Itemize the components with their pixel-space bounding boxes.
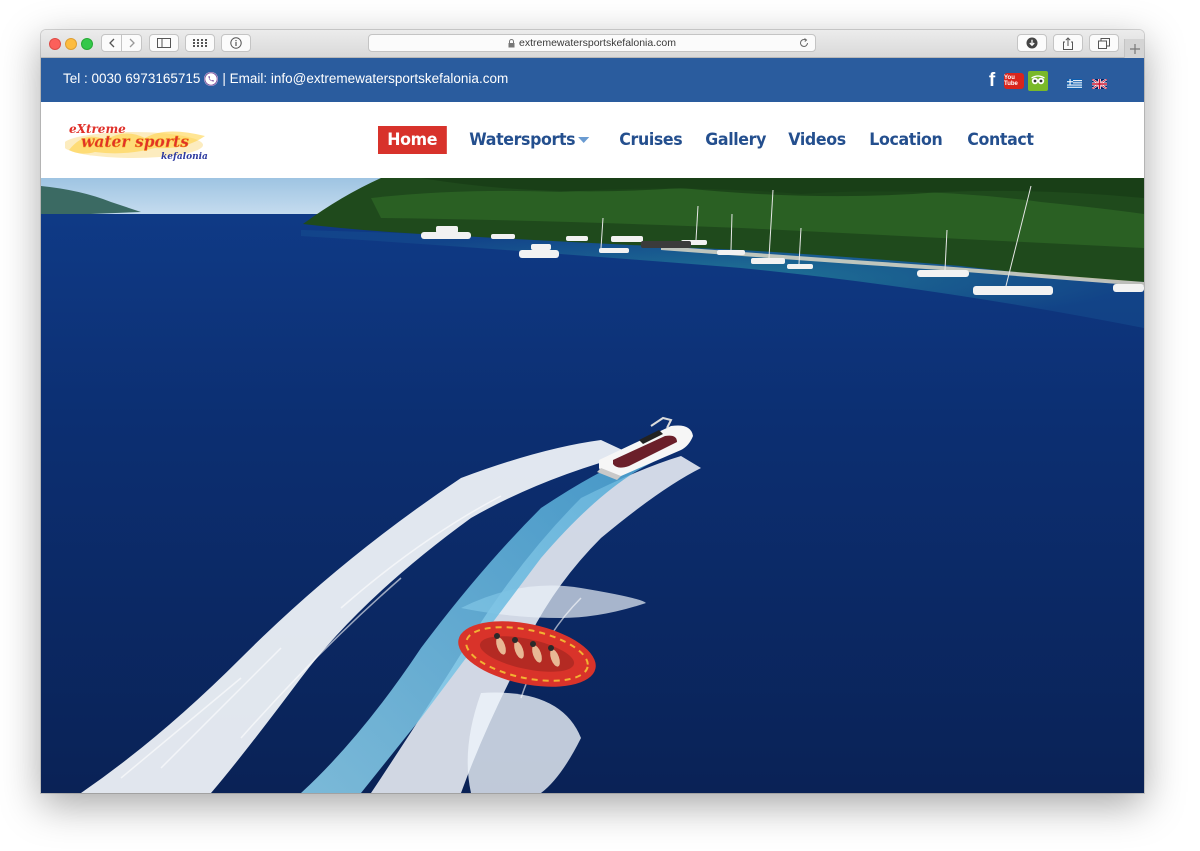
youtube-icon-text: You Tube xyxy=(1004,75,1018,87)
facebook-icon[interactable]: f xyxy=(985,70,999,92)
minimize-window-button[interactable] xyxy=(65,38,77,50)
nav-gallery-label: Gallery xyxy=(705,130,767,150)
nav-location-label: Location xyxy=(869,130,943,150)
nav-location[interactable]: Location xyxy=(860,126,952,154)
nav-videos[interactable]: Videos xyxy=(779,126,855,154)
sidebar-icon xyxy=(157,38,171,48)
site-logo[interactable]: eXtreme water sports kefalonia xyxy=(63,120,215,162)
zoom-window-button[interactable] xyxy=(81,38,93,50)
share-icon xyxy=(1063,36,1073,50)
nav-watersports-label: Watersports xyxy=(468,130,575,150)
nav-home-label: Home xyxy=(387,130,438,150)
grid-icon xyxy=(193,39,207,47)
top-sites-button[interactable] xyxy=(185,34,215,52)
greek-flag-icon[interactable] xyxy=(1067,79,1082,89)
chevron-down-icon xyxy=(577,137,589,143)
nav-watersports[interactable]: Watersports xyxy=(460,126,598,154)
viber-icon xyxy=(204,71,219,86)
chevron-left-icon xyxy=(108,38,114,48)
nav-home[interactable]: Home xyxy=(378,126,447,154)
address-bar[interactable]: extremewatersportskefalonia.com xyxy=(368,34,816,52)
youtube-icon[interactable]: You Tube xyxy=(1004,73,1024,89)
browser-toolbar: extremewatersportskefalonia.com xyxy=(41,30,1144,58)
browser-window: extremewatersportskefalonia.com Tel : 00… xyxy=(41,30,1144,793)
nav-contact[interactable]: Contact xyxy=(958,126,1043,154)
hero-photo xyxy=(41,178,1144,793)
share-button[interactable] xyxy=(1053,34,1083,52)
nav-cruises-label: Cruises xyxy=(619,130,683,150)
tabs-overview-button[interactable] xyxy=(1089,34,1119,52)
lock-icon xyxy=(508,38,515,47)
url-text: extremewatersportskefalonia.com xyxy=(519,37,676,49)
sidebar-button[interactable] xyxy=(149,34,179,52)
history-nav xyxy=(101,34,142,52)
email-text[interactable]: | Email: info@extremewatersportskefaloni… xyxy=(222,71,508,86)
nav-cruises[interactable]: Cruises xyxy=(610,126,692,154)
nav-videos-label: Videos xyxy=(788,130,847,150)
tabs-icon xyxy=(1098,37,1110,49)
new-tab-button[interactable] xyxy=(1124,39,1144,58)
phone-text: Tel : 0030 6973165715 xyxy=(63,71,201,86)
logo-text-kefalonia: kefalonia xyxy=(161,152,208,162)
nav-gallery[interactable]: Gallery xyxy=(696,126,775,154)
contact-info: Tel : 0030 6973165715 | Email: info@extr… xyxy=(63,71,508,86)
tripadvisor-icon[interactable] xyxy=(1028,71,1048,91)
logo-text-watersports: water sports xyxy=(81,132,189,151)
primary-menu: Home Watersports Cruises Gallery Videos … xyxy=(378,126,1049,154)
forward-button[interactable] xyxy=(121,35,141,51)
hero-image xyxy=(41,178,1144,793)
nav-contact-label: Contact xyxy=(967,130,1034,150)
main-navigation: eXtreme water sports kefalonia Home Wate… xyxy=(41,102,1144,178)
back-button[interactable] xyxy=(102,35,121,51)
download-icon xyxy=(1026,37,1038,49)
reload-icon[interactable] xyxy=(799,38,809,48)
plus-icon xyxy=(1129,43,1140,54)
contact-bar: Tel : 0030 6973165715 | Email: info@extr… xyxy=(41,58,1144,102)
info-icon xyxy=(230,37,242,49)
downloads-button[interactable] xyxy=(1017,34,1047,52)
close-window-button[interactable] xyxy=(49,38,61,50)
site-info-button[interactable] xyxy=(221,34,251,52)
uk-flag-icon[interactable] xyxy=(1092,79,1107,89)
chevron-right-icon xyxy=(129,38,135,48)
